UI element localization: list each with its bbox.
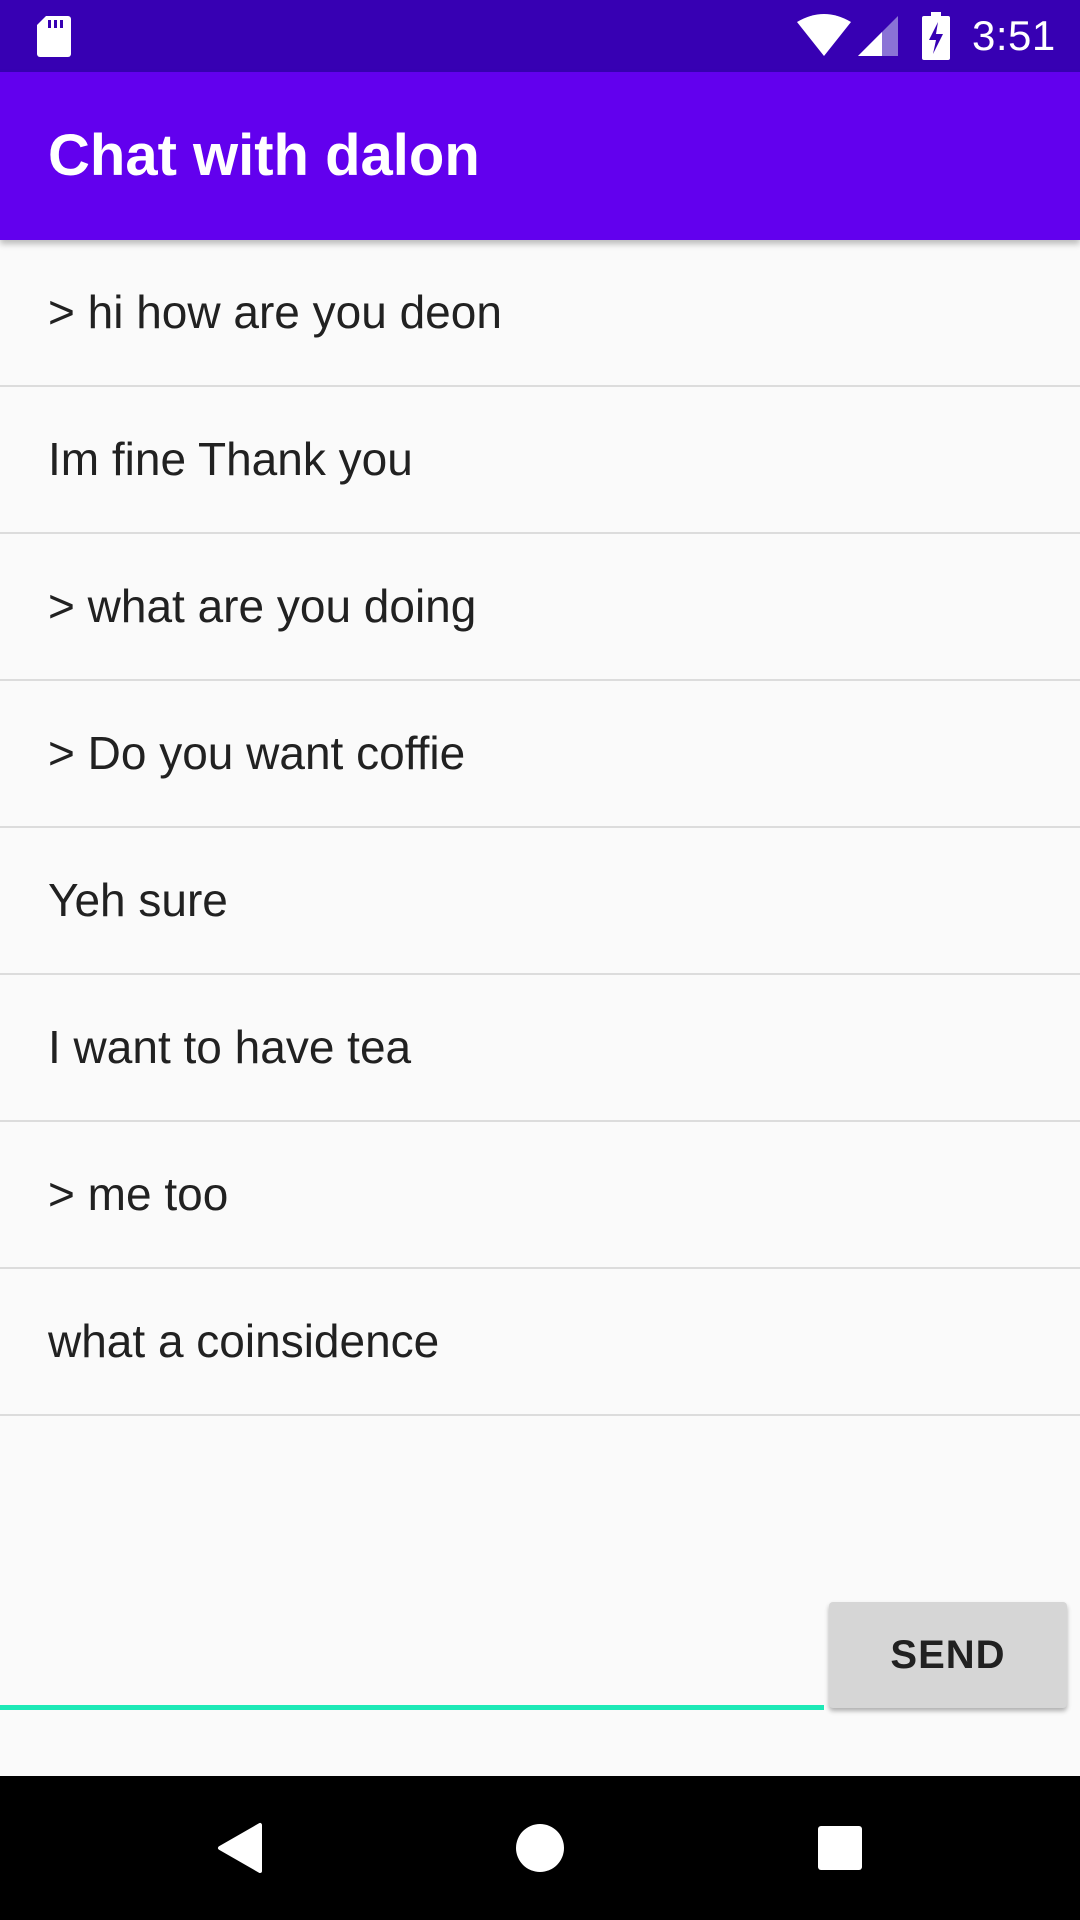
message-item[interactable]: I want to have tea — [0, 975, 1080, 1122]
navigation-bar — [0, 1776, 1080, 1920]
home-icon — [516, 1824, 564, 1872]
page-title: Chat with dalon — [48, 123, 480, 188]
recents-button[interactable] — [770, 1776, 910, 1920]
home-button[interactable] — [470, 1776, 610, 1920]
status-bar: 3:51 — [0, 0, 1080, 72]
message-item[interactable]: Im fine Thank you — [0, 387, 1080, 534]
message-item[interactable]: > what are you doing — [0, 534, 1080, 681]
message-item[interactable]: Yeh sure — [0, 828, 1080, 975]
recents-icon — [818, 1826, 862, 1870]
back-icon — [218, 1823, 262, 1873]
app-bar: Chat with dalon — [0, 72, 1080, 240]
sd-card-icon — [37, 16, 71, 57]
message-list[interactable]: > hi how are you deon Im fine Thank you … — [0, 240, 1080, 1416]
cell-signal-icon — [858, 16, 898, 56]
wifi-icon — [797, 14, 851, 56]
message-input[interactable] — [0, 1600, 824, 1710]
message-item[interactable]: > me too — [0, 1122, 1080, 1269]
battery-charging-icon — [922, 12, 950, 60]
send-button[interactable]: SEND — [829, 1602, 1067, 1708]
back-button[interactable] — [170, 1776, 310, 1920]
clock: 3:51 — [972, 12, 1056, 59]
message-item[interactable]: > hi how are you deon — [0, 240, 1080, 387]
message-item[interactable]: > Do you want coffie — [0, 681, 1080, 828]
composer: SEND — [0, 1580, 1080, 1776]
message-item[interactable]: what a coinsidence — [0, 1269, 1080, 1416]
